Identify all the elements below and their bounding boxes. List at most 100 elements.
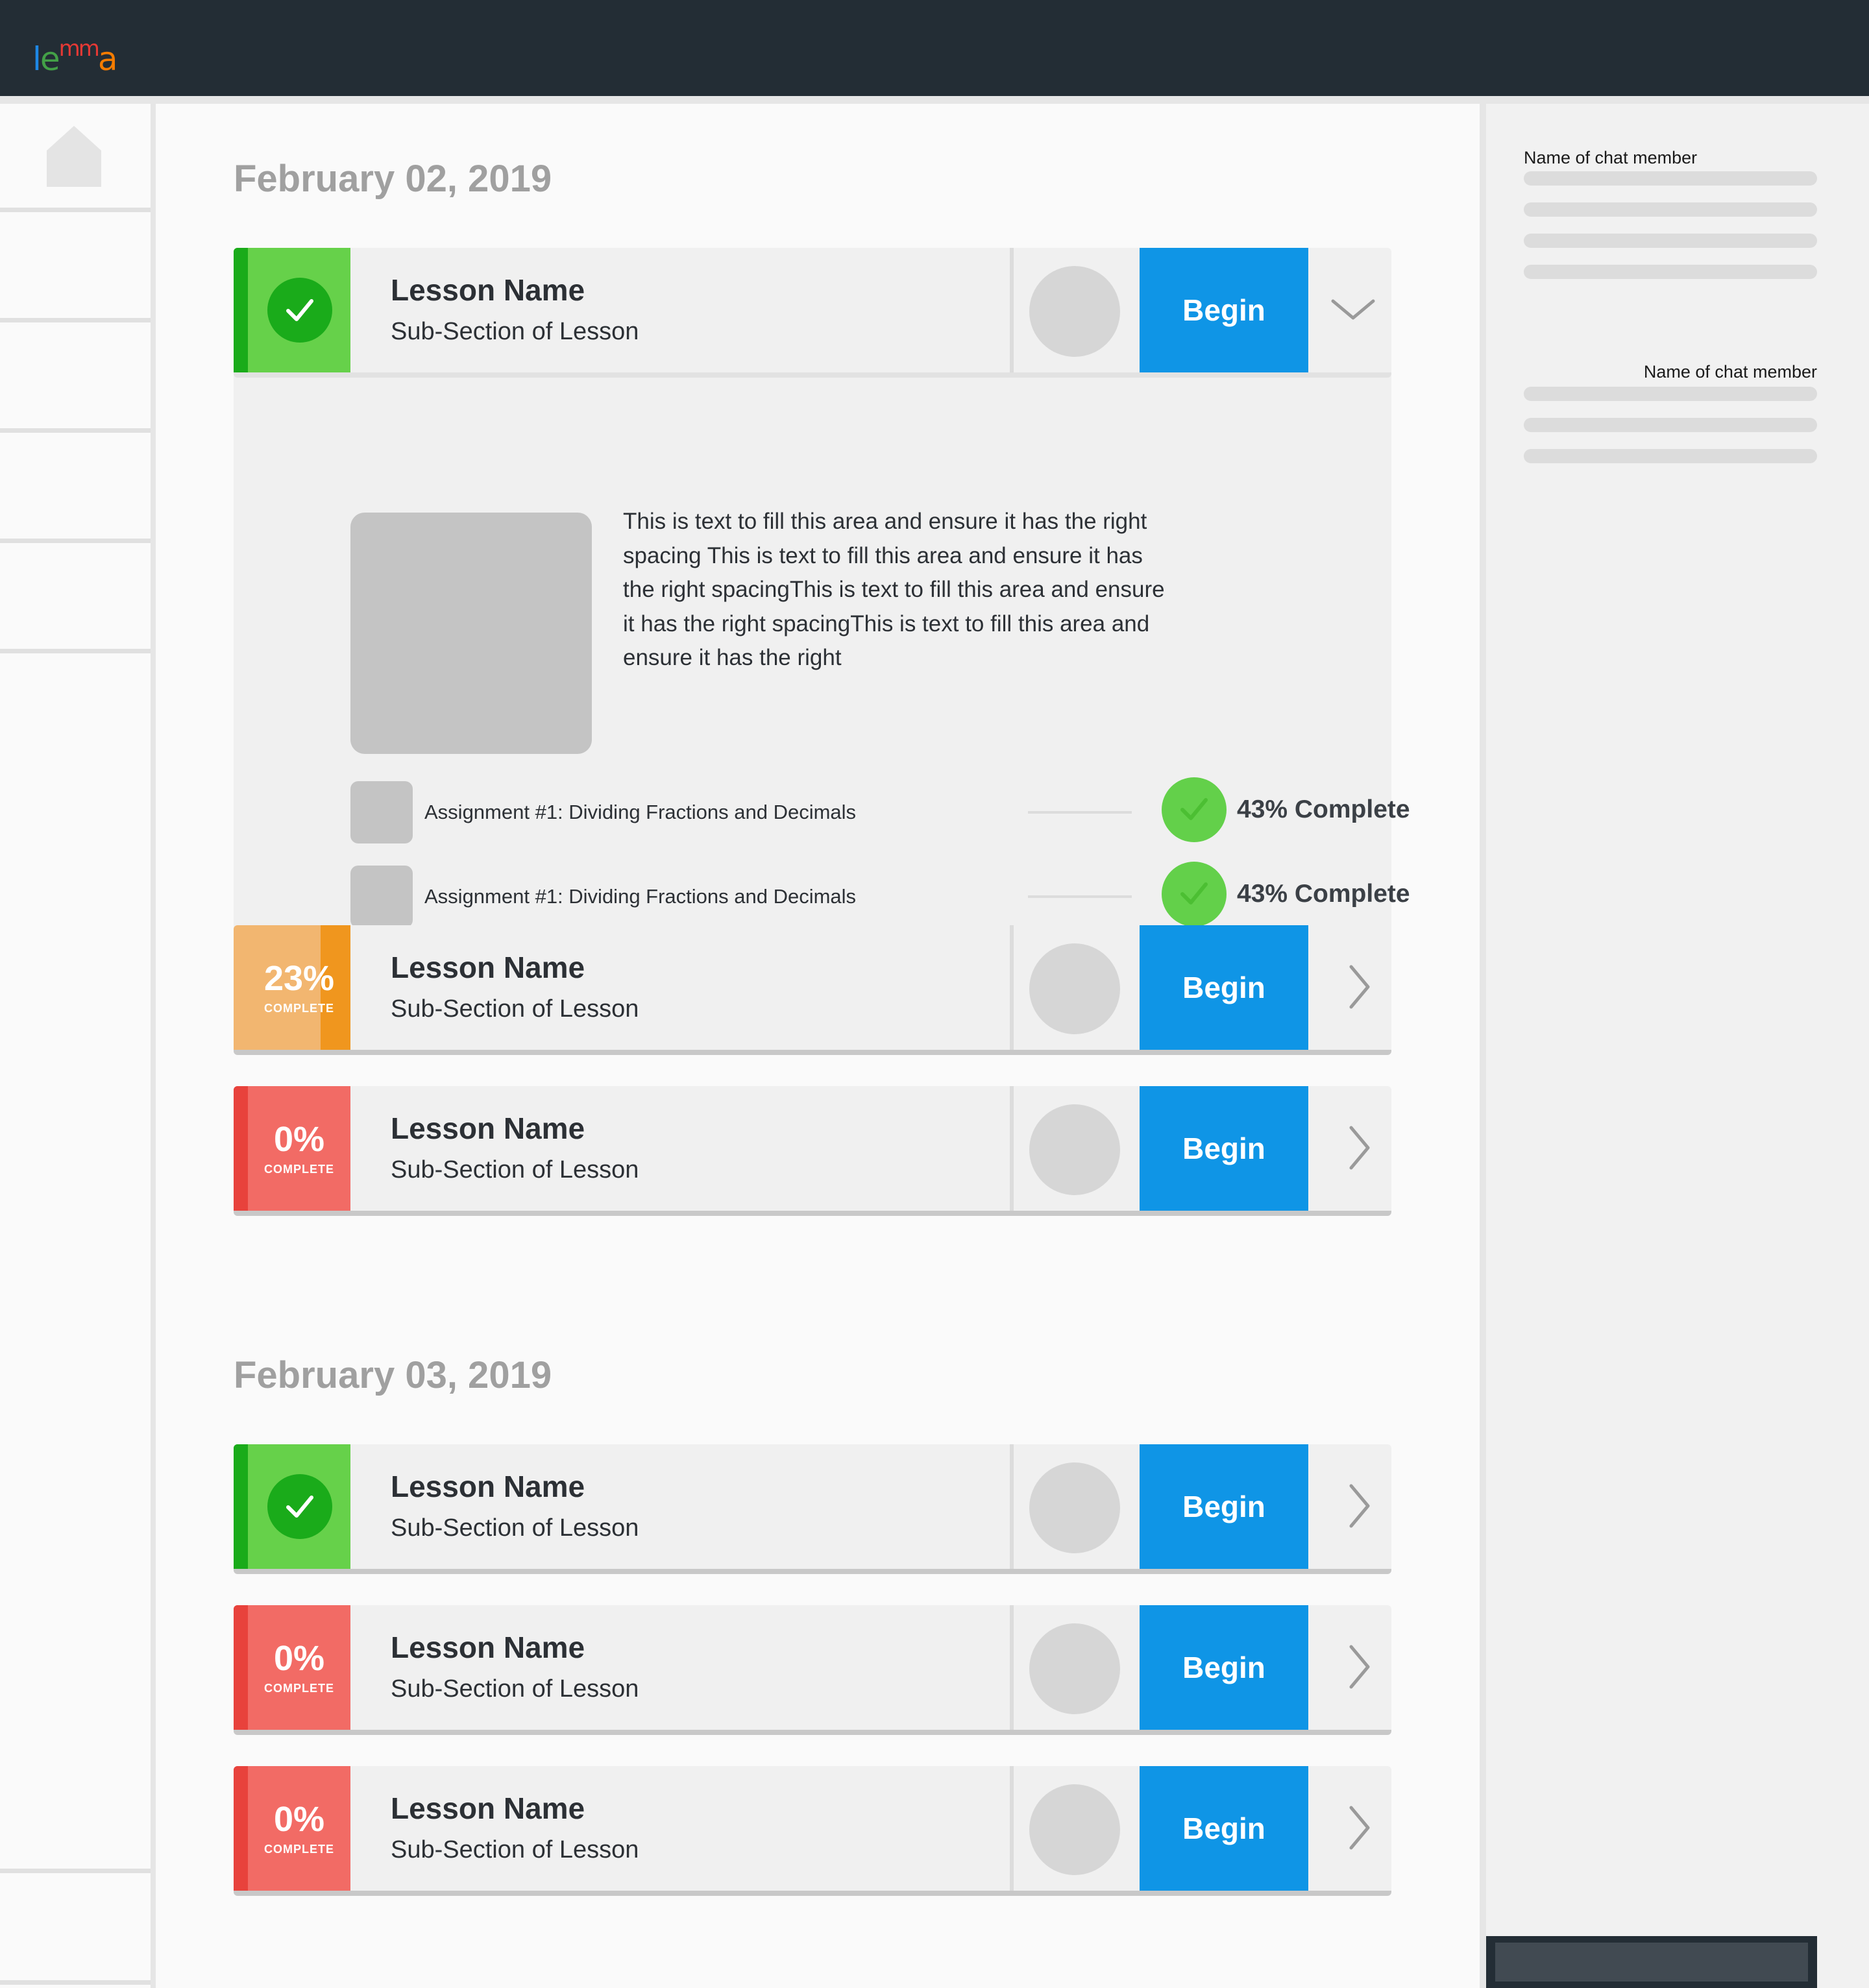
lesson-card[interactable]: 0% COMPLETE Lesson Name Sub-Section of L… (234, 1766, 1391, 1896)
assignment-progress: 43% Complete (1237, 880, 1410, 908)
chevron-right-icon[interactable] (1337, 1805, 1382, 1850)
check-icon (1162, 777, 1227, 842)
assignment-label: Assignment #1: Dividing Fractions and De… (424, 801, 857, 823)
lesson-subsection: Sub-Section of Lesson (391, 318, 639, 345)
avatar (1029, 943, 1120, 1034)
status-not-started: 0% COMPLETE (234, 1605, 350, 1730)
check-icon (267, 1474, 332, 1539)
status-complete (234, 248, 350, 372)
avatar (1029, 1623, 1120, 1714)
lesson-details-panel: This is text to fill this area and ensur… (234, 353, 1410, 997)
percent-label: COMPLETE (263, 1002, 334, 1015)
lesson-description: This is text to fill this area and ensur… (623, 509, 1165, 670)
lesson-name: Lesson Name (391, 1630, 585, 1664)
begin-button[interactable]: Begin (1140, 1605, 1308, 1730)
avatar (1029, 1784, 1120, 1875)
begin-button[interactable]: Begin (1140, 925, 1308, 1050)
lesson-subsection: Sub-Section of Lesson (391, 1514, 639, 1542)
nav-item[interactable] (0, 322, 151, 428)
chevron-right-icon[interactable] (1337, 1483, 1382, 1529)
chat-message-placeholder (1524, 418, 1817, 432)
house-icon[interactable] (45, 125, 103, 188)
percent-complete: 23% (263, 959, 335, 998)
section-date: February 02, 2019 (234, 158, 552, 200)
lesson-card[interactable]: 23% COMPLETE Lesson Name Sub-Section of … (234, 925, 1391, 1055)
status-edge (234, 1444, 248, 1569)
avatar (1029, 1462, 1120, 1553)
assignment-icon (350, 781, 413, 843)
nav-divider (0, 649, 151, 653)
chevron-right-icon[interactable] (1337, 1125, 1382, 1170)
chat-panel: Name of chat member Name of chat member (1486, 104, 1869, 1988)
percent-label: COMPLETE (263, 1843, 334, 1856)
begin-button[interactable]: Begin (1140, 1444, 1308, 1569)
lesson-name: Lesson Name (391, 1791, 585, 1825)
nav-divider (0, 208, 151, 212)
nav-divider (0, 428, 151, 433)
lesson-name: Lesson Name (391, 1111, 585, 1145)
percent-label: COMPLETE (263, 1163, 334, 1176)
card-divider (1010, 1086, 1014, 1211)
left-nav (0, 104, 151, 1988)
assignment-divider (1028, 811, 1132, 814)
card-divider (1010, 1605, 1014, 1730)
lesson-card[interactable]: Lesson Name Sub-Section of Lesson Begin (234, 1444, 1391, 1574)
nav-divider (0, 1980, 151, 1985)
chat-message-placeholder (1524, 202, 1817, 217)
lesson-card[interactable]: 0% COMPLETE Lesson Name Sub-Section of L… (234, 1086, 1391, 1216)
lesson-card[interactable]: 0% COMPLETE Lesson Name Sub-Section of L… (234, 1605, 1391, 1735)
nav-item[interactable] (0, 433, 151, 539)
chat-message-placeholder (1524, 449, 1817, 463)
begin-button[interactable]: Begin (1140, 1086, 1308, 1211)
avatar (1029, 266, 1120, 357)
assignment-row[interactable]: Assignment #1: Dividing Fractions and De… (350, 777, 1410, 843)
lesson-subsection: Sub-Section of Lesson (391, 1156, 639, 1183)
lesson-name: Lesson Name (391, 951, 585, 984)
begin-button[interactable]: Begin (1140, 1766, 1308, 1891)
lesson-subsection: Sub-Section of Lesson (391, 995, 639, 1023)
lesson-subsection: Sub-Section of Lesson (391, 1675, 639, 1703)
assignment-divider (1028, 895, 1132, 898)
nav-item[interactable] (0, 212, 151, 318)
status-edge (234, 248, 248, 372)
percent-label: COMPLETE (263, 1682, 334, 1695)
logo-letter: e (40, 40, 60, 78)
lesson-name: Lesson Name (391, 1470, 585, 1503)
avatar (1029, 1104, 1120, 1195)
chat-message-placeholder (1524, 387, 1817, 401)
chat-member-name: Name of chat member (1643, 362, 1817, 382)
status-in-progress: 23% COMPLETE (234, 925, 350, 1050)
chevron-down-icon[interactable] (1330, 287, 1376, 332)
lesson-thumbnail (350, 513, 592, 754)
begin-button[interactable]: Begin (1140, 248, 1308, 372)
section-date: February 03, 2019 (234, 1354, 552, 1396)
chat-message-placeholder (1524, 265, 1817, 279)
lemma-logo[interactable]: lemma (32, 26, 118, 78)
logo-letter: l (32, 40, 42, 78)
card-divider (1010, 248, 1014, 372)
status-complete (234, 1444, 350, 1569)
assignment-row[interactable]: Assignment #1: Dividing Fractions and De… (350, 862, 1410, 928)
chat-input[interactable] (1486, 1936, 1817, 1988)
card-divider (1010, 925, 1014, 1050)
chevron-right-icon[interactable] (1337, 1644, 1382, 1690)
lesson-card[interactable]: Lesson Name Sub-Section of Lesson Begin (234, 248, 1391, 378)
chevron-right-icon[interactable] (1337, 964, 1382, 1010)
check-icon (267, 278, 332, 343)
main-content: February 02, 2019 This is text to fill t… (156, 104, 1480, 1988)
chat-input-field[interactable] (1495, 1943, 1808, 1982)
nav-divider (0, 318, 151, 322)
assignment-label: Assignment #1: Dividing Fractions and De… (424, 885, 857, 908)
card-divider (1010, 1766, 1014, 1891)
status-not-started: 0% COMPLETE (234, 1766, 350, 1891)
percent-complete: 0% (273, 1800, 325, 1839)
nav-divider (0, 539, 151, 543)
card-divider (1010, 1444, 1014, 1569)
chat-message-placeholder (1524, 234, 1817, 248)
status-edge (234, 1086, 248, 1211)
top-bar: lemma (0, 0, 1869, 96)
status-edge (234, 1766, 248, 1891)
percent-complete: 0% (273, 1639, 325, 1678)
nav-item[interactable] (0, 543, 151, 649)
assignment-progress: 43% Complete (1237, 795, 1410, 823)
